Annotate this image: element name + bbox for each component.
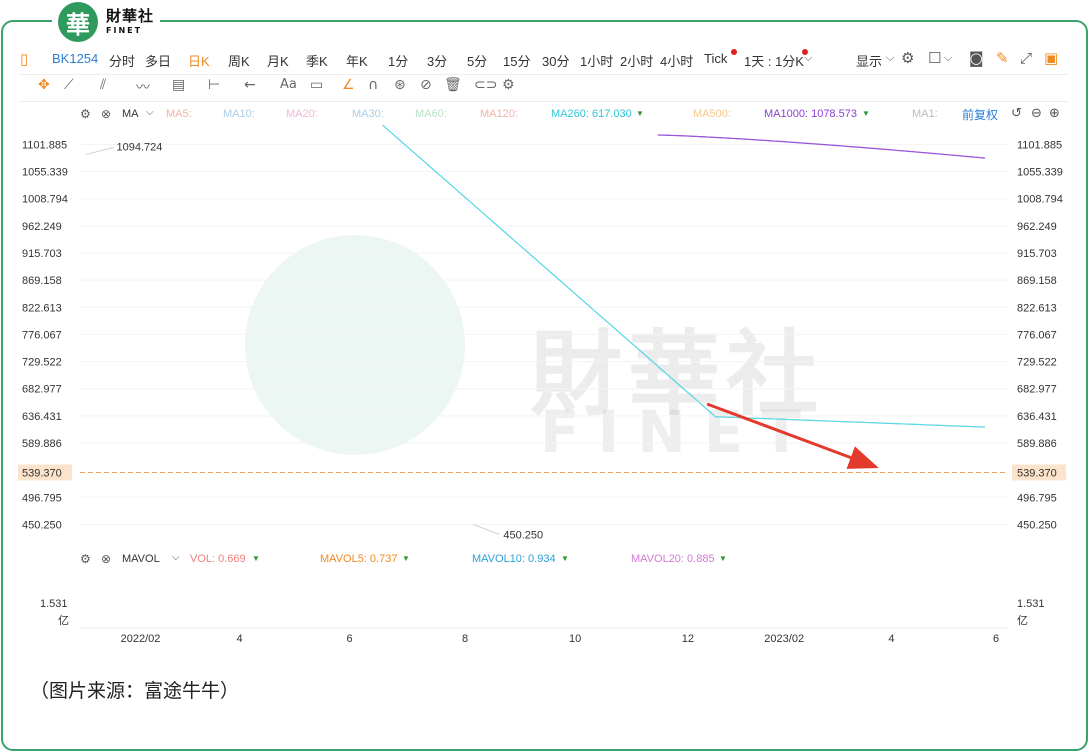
price-tick-label: 776.067 xyxy=(1017,329,1057,341)
date-tick-label: 4 xyxy=(888,633,894,645)
price-tick-label: 729.522 xyxy=(22,357,62,369)
date-tick-label: 8 xyxy=(462,633,468,645)
date-tick-label: 12 xyxy=(682,633,694,645)
volume-bars: 1.531 亿 1.531 亿 xyxy=(40,598,1045,629)
price-tick-label: 776.067 xyxy=(22,329,62,341)
price-tick-label: 822.613 xyxy=(22,302,62,314)
volume-unit-label: 亿 xyxy=(1017,614,1028,627)
brand-text: 財華社 FINET xyxy=(106,9,154,35)
annotations: 1094.724 450.250 xyxy=(85,142,879,541)
price-tick-label: 915.703 xyxy=(1017,248,1057,260)
finet-logo-icon: 華 xyxy=(58,2,98,42)
price-grid xyxy=(80,143,1008,525)
ma260-line xyxy=(382,124,986,428)
low-leader-line xyxy=(473,523,500,535)
price-tick-label: 962.249 xyxy=(1017,221,1057,233)
date-tick-label: 6 xyxy=(347,633,353,645)
price-tick-label: 962.249 xyxy=(22,221,62,233)
high-price-label: 1094.724 xyxy=(117,142,163,154)
price-tick-label: 636.431 xyxy=(1017,411,1057,423)
image-source-caption: （图片来源：富途牛牛） xyxy=(30,680,240,702)
price-tick-label: 539.370 xyxy=(1017,467,1057,479)
date-tick-label: 6 xyxy=(993,633,999,645)
price-tick-label: 1055.339 xyxy=(22,167,68,179)
high-leader-line xyxy=(85,147,114,156)
price-tick-label: 1055.339 xyxy=(1017,167,1063,179)
finet-brand: 華 財華社 FINET xyxy=(52,0,161,44)
price-tick-label: 869.158 xyxy=(22,275,62,287)
price-tick-label: 589.886 xyxy=(1017,438,1057,450)
price-tick-label: 1101.885 xyxy=(22,139,67,151)
date-tick-label: 2022/02 xyxy=(121,633,161,645)
ma1000-line xyxy=(657,134,986,159)
price-tick-label: 496.795 xyxy=(1017,492,1057,504)
price-tick-label: 1008.794 xyxy=(22,194,68,206)
price-tick-label: 539.370 xyxy=(22,467,62,479)
date-tick-label: 2023/02 xyxy=(764,633,804,645)
price-tick-label: 915.703 xyxy=(22,248,62,260)
kline-chart[interactable]: 1101.8851055.3391008.794962.249915.70386… xyxy=(0,0,1090,754)
volume-tick-label: 1.531 xyxy=(1017,598,1045,610)
price-tick-label: 450.250 xyxy=(22,519,62,531)
price-tick-label: 682.977 xyxy=(1017,384,1057,396)
volume-tick-label: 1.531 xyxy=(40,598,68,610)
price-axis-left: 1101.885 1055.339 1008.794 962.249 915.703 86… xyxy=(18,139,72,531)
date-tick-label: 4 xyxy=(236,633,242,645)
price-tick-label: 869.158 xyxy=(1017,275,1057,287)
brand-name-en: FINET xyxy=(106,26,143,35)
price-tick-label: 450.250 xyxy=(1017,519,1057,531)
down-trend-arrow xyxy=(706,402,879,469)
price-tick-label: 1101.885 xyxy=(1017,139,1062,151)
price-tick-label: 636.431 xyxy=(22,411,62,423)
brand-name-cn: 財華社 xyxy=(106,7,155,25)
ma-lines xyxy=(80,124,1008,473)
low-price-label: 450.250 xyxy=(503,529,543,541)
price-tick-label: 822.613 xyxy=(1017,302,1057,314)
volume-unit-label: 亿 xyxy=(58,614,69,627)
watermark-logo-icon xyxy=(245,235,465,455)
price-tick-label: 729.522 xyxy=(1017,357,1057,369)
price-tick-label: 682.977 xyxy=(22,384,62,396)
date-tick-label: 10 xyxy=(569,633,581,645)
date-axis: 2022/02 4 6 8 10 12 2023/02 4 6 xyxy=(121,633,999,645)
price-axis-right: 1101.885 1055.339 1008.794 962.249 915.703 86… xyxy=(1012,139,1066,531)
price-tick-label: 1008.794 xyxy=(1017,194,1063,206)
price-tick-label: 589.886 xyxy=(22,438,62,450)
price-tick-label: 496.795 xyxy=(22,492,62,504)
